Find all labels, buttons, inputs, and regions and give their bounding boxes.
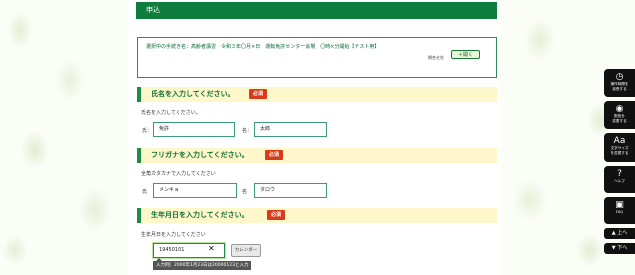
main-content: 申込 選択中の手続き名：高齢者講習 令和３年〇月×日 運転免許センター会場 〇時…: [128, 0, 500, 275]
help-icon: ?: [617, 169, 622, 179]
calendar-button[interactable]: カレンダー: [231, 244, 261, 257]
procedure-info-box: 選択中の手続き名：高齢者講習 令和３年〇月×日 運転免許センター会場 〇時×分開…: [137, 37, 497, 78]
clear-icon[interactable]: ✕: [208, 244, 215, 253]
open-inquiry-button[interactable]: ＋開く: [451, 50, 480, 59]
help-button[interactable]: ? ヘルプ: [604, 166, 635, 193]
procedure-label: 選択中の手続き名：: [146, 44, 192, 50]
side-item-label: を変更する: [610, 150, 629, 155]
side-item-label: 変更する: [612, 118, 627, 123]
extend-time-button[interactable]: ◷ 操作時間を 延長する: [604, 69, 635, 97]
clock-icon: ◷: [615, 72, 624, 82]
input-example-tooltip: 入力例）2000年1月23日は20000123と入力: [153, 261, 252, 270]
section-accent-bar: [137, 87, 141, 102]
first-name-input[interactable]: 太郎: [254, 122, 327, 137]
change-font-size-button[interactable]: Aa 文字サイズ を変更する: [604, 133, 635, 162]
inquiry-label: 問合せ先: [428, 55, 444, 60]
required-badge: 必須: [267, 210, 286, 220]
required-badge: 必須: [249, 89, 268, 99]
side-item-label: 延長する: [612, 86, 627, 91]
faq-icon: ▣: [615, 200, 624, 210]
scroll-up-button[interactable]: ▲ 上へ: [604, 228, 635, 239]
name-section-header: 氏名を入力してください。 必須: [137, 87, 497, 102]
kana-helper-text: 全角カタカナで入力してください: [141, 171, 216, 177]
kana-section-title: フリガナを入力してください。: [151, 151, 249, 159]
scroll-down-button[interactable]: ▼ 下へ: [604, 243, 635, 254]
procedure-name: 高齢者講習 令和３年〇月×日 運転免許センター会場 〇時×分開始【テスト用】: [191, 44, 380, 50]
name-helper-text: 氏名を入力してください。: [141, 110, 201, 116]
first-name-label: 名：: [242, 128, 253, 134]
font-size-icon: Aa: [613, 136, 626, 146]
procedure-text: 選択中の手続き名：高齢者講習 令和３年〇月×日 運転免許センター会場 〇時×分開…: [146, 43, 379, 50]
faq-button[interactable]: ▣ FAQ: [604, 197, 635, 224]
side-item-label: FAQ: [616, 210, 623, 214]
page-title: 申込: [136, 2, 497, 19]
section-accent-bar: [137, 208, 141, 223]
birth-helper-text: 生年月日を入力してください: [141, 232, 206, 238]
required-badge: 必須: [265, 150, 284, 160]
side-item-label: ヘルプ: [614, 179, 625, 183]
palette-icon: ◉: [615, 104, 624, 114]
birth-section-header: 生年月日を入力してください。 必須: [137, 208, 497, 223]
birth-section-title: 生年月日を入力してください。: [151, 211, 249, 219]
background-left: [0, 0, 128, 275]
name-section-title: 氏名を入力してください。: [151, 90, 235, 98]
kana-last-input[interactable]: メンキョ: [153, 183, 237, 198]
kana-first-label: 名: [242, 189, 248, 195]
kana-last-label: 氏: [142, 189, 148, 195]
last-name-input[interactable]: 免許: [153, 122, 235, 137]
kana-section-header: フリガナを入力してください。 必須: [137, 148, 497, 163]
section-accent-bar: [137, 148, 141, 163]
kana-first-input[interactable]: タロウ: [254, 183, 327, 198]
last-name-label: 氏：: [142, 128, 153, 134]
change-colors-button[interactable]: ◉ 配色を 変更する: [604, 101, 635, 129]
